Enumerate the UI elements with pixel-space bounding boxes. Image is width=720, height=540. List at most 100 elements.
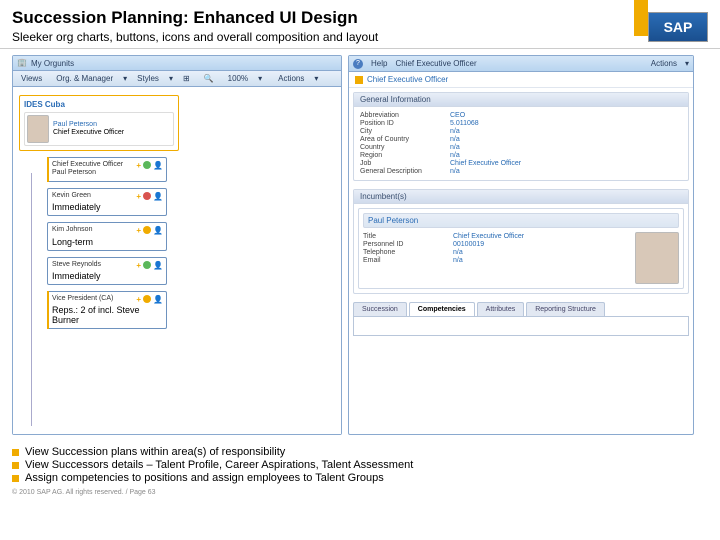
info-row: Area of Countryn/a (360, 136, 682, 143)
info-value: n/a (450, 144, 460, 151)
bullet-item: Assign competencies to positions and ass… (12, 472, 708, 484)
info-key: Position ID (360, 120, 450, 127)
left-title: My Orgunits (31, 59, 74, 68)
styles-dropdown[interactable]: Styles (133, 73, 163, 84)
sap-logo: SAP (648, 12, 708, 42)
orgunit-name: IDES Cuba (24, 100, 174, 109)
zoom-level[interactable]: 100% (224, 73, 252, 84)
status-icon (143, 192, 151, 200)
help-button[interactable]: Help (367, 58, 391, 69)
info-value: n/a (450, 136, 460, 143)
plus-icon[interactable]: + (136, 161, 141, 170)
info-value: 5.011068 (450, 120, 479, 127)
bullet-list: View Succession plans within area(s) of … (0, 439, 720, 487)
person-icon: 👤 (153, 261, 163, 270)
tab-reporting-structure[interactable]: Reporting Structure (526, 302, 605, 316)
position-subtitle: Immediately (52, 271, 162, 281)
plus-icon[interactable]: + (136, 192, 141, 201)
incumbent-row: TitleChief Executive Officer (363, 233, 629, 240)
status-icon (143, 295, 151, 303)
tab-panel (353, 316, 689, 336)
incumbent-details: TitleChief Executive OfficerPersonnel ID… (363, 232, 629, 284)
info-key: Telephone (363, 249, 453, 256)
info-value: 00100019 (453, 241, 484, 248)
incumbent-card[interactable]: Paul Peterson TitleChief Executive Offic… (358, 208, 684, 289)
info-key: Abbreviation (360, 112, 450, 119)
org-root-card[interactable]: IDES Cuba Paul Peterson Chief Executive … (19, 95, 179, 151)
bullet-text: Assign competencies to positions and ass… (25, 472, 384, 484)
help-icon[interactable]: ? (353, 59, 363, 69)
plus-icon[interactable]: + (136, 261, 141, 270)
incumbent-row: Personnel ID00100019 (363, 241, 629, 248)
bullet-icon (12, 462, 19, 469)
info-row: Position ID5.011068 (360, 120, 682, 127)
info-row: Regionn/a (360, 152, 682, 159)
info-key: Title (363, 233, 453, 240)
orgunit-icon: 🏢 (17, 58, 27, 68)
expand-icon[interactable]: ⊞ (179, 73, 194, 84)
tab-attributes[interactable]: Attributes (477, 302, 525, 316)
org-chart-body: IDES Cuba Paul Peterson Chief Executive … (13, 87, 341, 434)
general-info-header: General Information (354, 93, 688, 107)
incumbent-name: Paul Peterson (363, 213, 679, 228)
flag-icon (355, 76, 363, 84)
position-card[interactable]: +👤Kevin GreenImmediately (47, 188, 167, 216)
slide-header: SAP Succession Planning: Enhanced UI Des… (0, 0, 720, 49)
bullet-text: View Succession plans within area(s) of … (25, 446, 285, 458)
info-value: n/a (450, 128, 460, 135)
info-key: Job (360, 160, 450, 167)
root-person-row[interactable]: Paul Peterson Chief Executive Officer (24, 112, 174, 146)
tab-succession[interactable]: Succession (353, 302, 407, 316)
general-info-section: General Information AbbreviationCEOPosit… (353, 92, 689, 181)
left-titlebar: 🏢 My Orgunits (13, 56, 341, 71)
brand-accent-bar (634, 0, 648, 36)
position-card[interactable]: +👤Kim JohnsonLong-term (47, 222, 167, 250)
position-card[interactable]: +👤Chief Executive OfficerPaul Peterson (47, 157, 167, 182)
person-name: Paul Peterson (53, 121, 124, 129)
info-key: General Description (360, 168, 450, 175)
info-value: n/a (453, 249, 463, 256)
org-manager-dropdown[interactable]: Org. & Manager (52, 73, 117, 84)
info-key: Country (360, 144, 450, 151)
plus-icon[interactable]: + (136, 295, 141, 304)
info-row: AbbreviationCEO (360, 112, 682, 119)
info-row: Cityn/a (360, 128, 682, 135)
person-icon: 👤 (153, 161, 163, 170)
plus-icon[interactable]: + (136, 226, 141, 235)
slide-title: Succession Planning: Enhanced UI Design (12, 8, 708, 28)
tab-competencies[interactable]: Competencies (409, 302, 475, 316)
position-card[interactable]: +👤Steve ReynoldsImmediately (47, 257, 167, 285)
incumbent-row: Emailn/a (363, 257, 629, 264)
info-key: Area of Country (360, 136, 450, 143)
bullet-item: View Successors details – Talent Profile… (12, 459, 708, 471)
info-value: n/a (453, 257, 463, 264)
info-row: JobChief Executive Officer (360, 160, 682, 167)
bullet-item: View Succession plans within area(s) of … (12, 446, 708, 458)
right-titlebar: ? Help Chief Executive Officer Actions▾ (349, 56, 693, 72)
position-subtitle: Immediately (52, 202, 162, 212)
status-icon (143, 261, 151, 269)
right-actions-dropdown[interactable]: Actions (647, 58, 681, 69)
incumbents-section: Incumbent(s) Paul Peterson TitleChief Ex… (353, 189, 689, 294)
actions-dropdown[interactable]: Actions (274, 73, 308, 84)
info-key: Personnel ID (363, 241, 453, 248)
general-info-body: AbbreviationCEOPosition ID5.011068Cityn/… (354, 107, 688, 180)
left-toolbar: Views Org. & Manager▾ Styles▾ ⊞ 🔍 100%▾ … (13, 71, 341, 87)
info-value: n/a (450, 168, 460, 175)
bullet-icon (12, 449, 19, 456)
zoom-in-icon[interactable]: 🔍 (200, 73, 218, 84)
bullet-icon (12, 475, 19, 482)
status-icon (143, 161, 151, 169)
info-value: Chief Executive Officer (453, 233, 524, 240)
views-dropdown[interactable]: Views (17, 73, 46, 84)
incumbents-header: Incumbent(s) (354, 190, 688, 204)
org-chart-pane: 🏢 My Orgunits Views Org. & Manager▾ Styl… (12, 55, 342, 435)
org-connector-line (31, 173, 32, 426)
info-row: General Descriptionn/a (360, 168, 682, 175)
person-title: Chief Executive Officer (53, 129, 124, 137)
info-row: Countryn/a (360, 144, 682, 151)
person-icon: 👤 (153, 295, 163, 304)
position-card[interactable]: +👤Vice President (CA)Reps.: 2 of incl. S… (47, 291, 167, 329)
position-subtitle: Reps.: 2 of incl. Steve Burner (52, 305, 162, 325)
info-key: Region (360, 152, 450, 159)
